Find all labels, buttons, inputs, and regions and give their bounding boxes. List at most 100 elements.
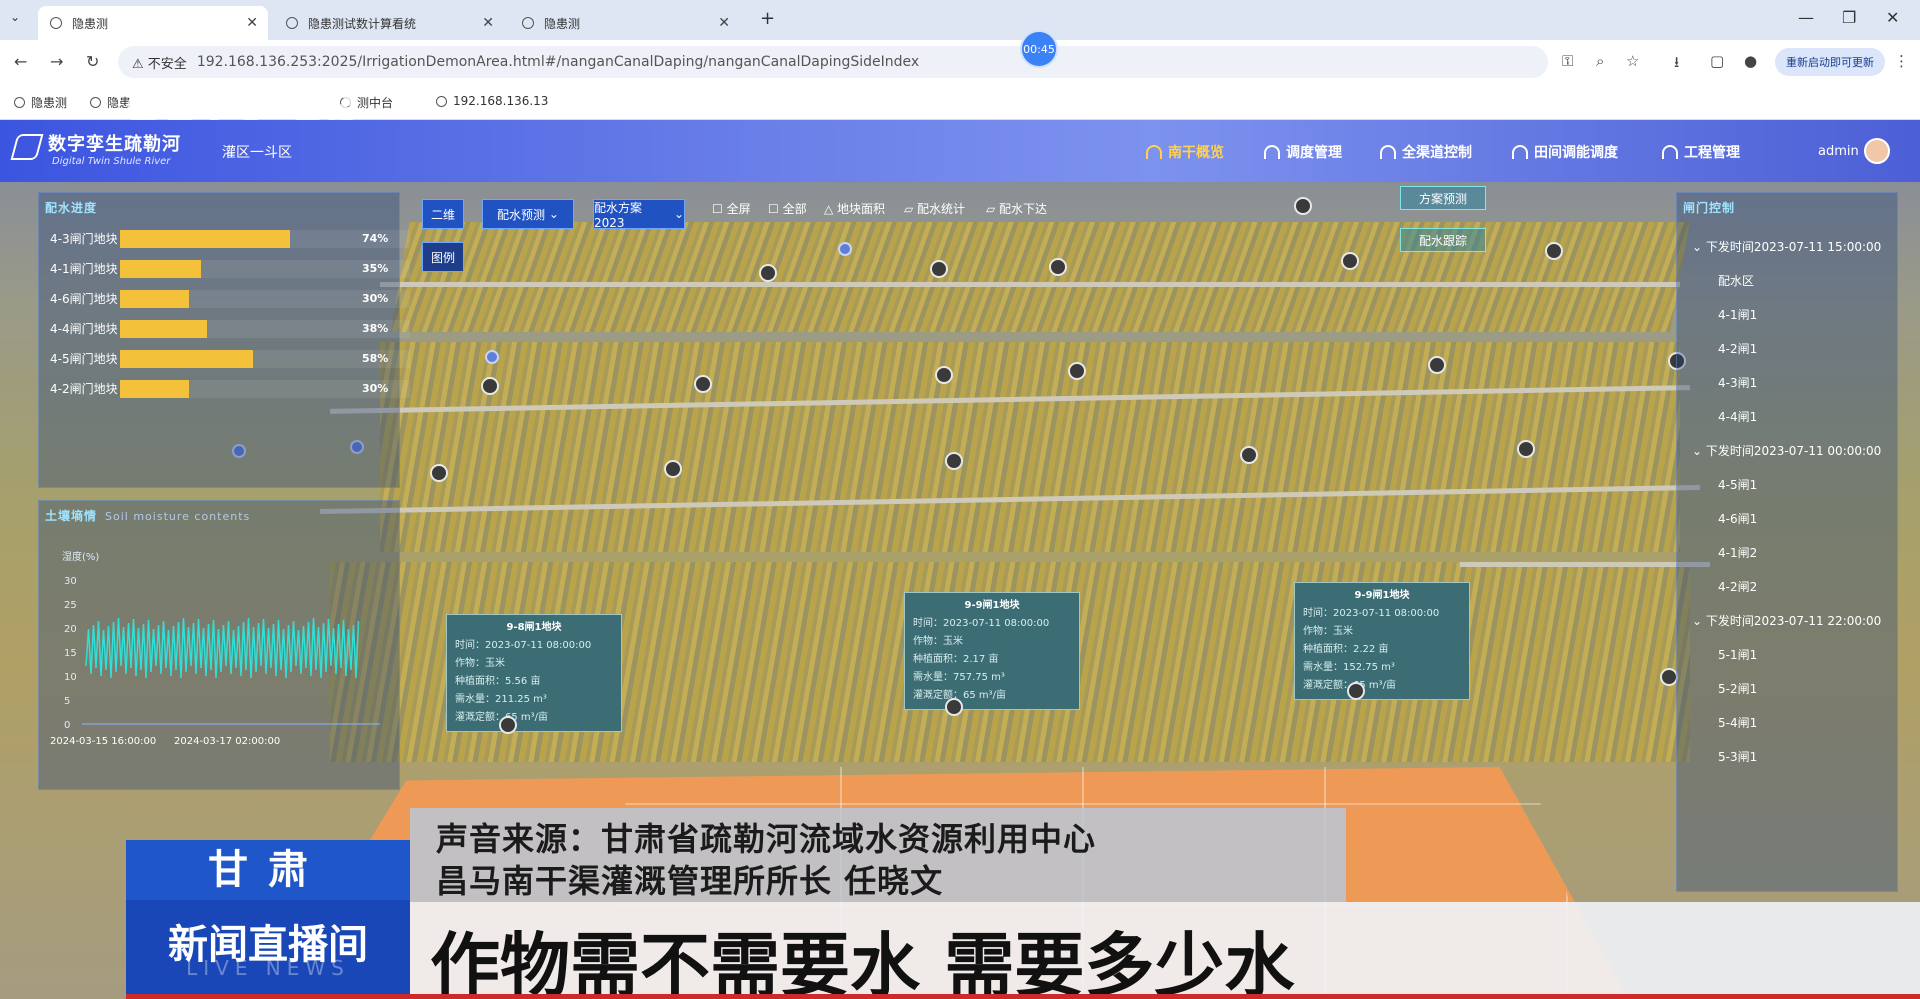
gate-control-panel: 闸门控制 xyxy=(1676,192,1898,892)
download-icon[interactable]: ⭳ xyxy=(1674,52,1679,77)
gate-item[interactable]: 4-6闸1 xyxy=(1718,510,1757,527)
nav-overview[interactable]: 南干概览 xyxy=(1146,142,1224,162)
view-2d-button[interactable]: 二维 xyxy=(422,199,464,229)
sensor-pin[interactable] xyxy=(481,377,499,395)
progress-percent: 74% xyxy=(362,232,389,245)
card-line: 灌溉定额：65 m³/亩 xyxy=(455,712,549,723)
gate-item[interactable]: 配水区 xyxy=(1718,272,1754,289)
marker-pin[interactable] xyxy=(485,350,499,364)
gate-item[interactable]: 4-3闸1 xyxy=(1718,374,1757,391)
globe-icon xyxy=(286,17,298,29)
plot-info-card[interactable]: 9-9闸1地块 时间：2023-07-11 08:00:00 作物：玉米 种植面… xyxy=(904,592,1080,710)
update-button[interactable]: 重新启动即可更新 xyxy=(1775,48,1885,76)
close-icon[interactable]: ✕ xyxy=(482,15,494,31)
sensor-pin[interactable] xyxy=(1347,682,1365,700)
gate-item[interactable]: 4-1闸2 xyxy=(1718,544,1757,561)
gate-group-header[interactable]: ⌄ 下发时间2023-07-11 00:00:00 xyxy=(1692,442,1881,459)
marker-pin[interactable] xyxy=(838,242,852,256)
back-button[interactable]: ← xyxy=(14,52,27,71)
source-caption: 声音来源：甘肃省疏勒河流域水资源利用中心 昌马南干渠灌溉管理所所长 任晓文 xyxy=(410,808,1346,902)
gate-item[interactable]: 4-4闸1 xyxy=(1718,408,1757,425)
plot-info-card[interactable]: 9-9闸1地块 时间：2023-07-11 08:00:00 作物：玉米 种植面… xyxy=(1294,582,1470,700)
browser-tab-bar: ⌄ 隐患测 ✕ 隐患测试数计算看统 ✕ 隐患测 ✕ + — ❐ ✕ xyxy=(0,0,1920,40)
minimize-button[interactable]: — xyxy=(1798,8,1814,27)
avatar[interactable] xyxy=(1864,138,1890,164)
water-tracking-button[interactable]: 配水跟踪 xyxy=(1400,228,1486,252)
plot-area-link[interactable]: △ 地块面积 xyxy=(824,200,885,217)
password-key-icon[interactable]: ⚿ xyxy=(1562,52,1573,70)
progress-label: 4-4闸门地块 xyxy=(50,322,118,336)
sensor-pin[interactable] xyxy=(1068,362,1086,380)
browser-tab-3[interactable]: 隐患测 ✕ xyxy=(510,6,740,40)
gate-item[interactable]: 5-3闸1 xyxy=(1718,748,1757,765)
zoom-icon[interactable]: ⌕ xyxy=(1596,52,1604,70)
sensor-pin[interactable] xyxy=(430,464,448,482)
sensor-pin[interactable] xyxy=(1049,258,1067,276)
plot-info-card[interactable]: 9-8闸1地块 时间：2023-07-11 08:00:00 作物：玉米 种植面… xyxy=(446,614,622,732)
progress-percent: 58% xyxy=(362,352,389,365)
close-icon[interactable]: ✕ xyxy=(718,15,730,31)
plan-select[interactable]: 配水预测 ⌄ xyxy=(482,199,574,229)
gate-group-header[interactable]: ⌄ 下发时间2023-07-11 22:00:00 xyxy=(1692,612,1881,629)
sensor-pin[interactable] xyxy=(1545,242,1563,260)
star-icon[interactable]: ☆ xyxy=(1626,52,1639,70)
gate-item[interactable]: 5-1闸1 xyxy=(1718,646,1757,663)
plan-forecast-button[interactable]: 方案预测 xyxy=(1400,186,1486,210)
sensor-pin[interactable] xyxy=(664,460,682,478)
tab-search-icon[interactable]: ⌄ xyxy=(10,10,20,24)
forward-button[interactable]: → xyxy=(50,52,63,71)
close-icon[interactable]: ✕ xyxy=(246,15,258,31)
progress-percent: 30% xyxy=(362,382,389,395)
gate-item[interactable]: 4-5闸1 xyxy=(1718,476,1757,493)
bookmark-4[interactable]: 192.168.136.13 xyxy=(436,94,548,108)
sensor-pin[interactable] xyxy=(1341,252,1359,270)
reload-button[interactable]: ↻ xyxy=(86,52,99,71)
gate-item[interactable]: 4-1闸1 xyxy=(1718,306,1757,323)
plan-select-value: 配水预测 xyxy=(497,207,546,222)
more-menu-icon[interactable]: ⋮ xyxy=(1894,52,1909,70)
gate-item[interactable]: 5-2闸1 xyxy=(1718,680,1757,697)
gate-item[interactable]: 5-4闸1 xyxy=(1718,714,1757,731)
browser-tab-1[interactable]: 隐患测 ✕ xyxy=(38,6,268,40)
main-caption-text: 作物需不需要水 需要多少水 xyxy=(430,925,1295,999)
sidebar-icon[interactable]: ▢ xyxy=(1710,52,1724,70)
gate-item[interactable]: 4-2闸2 xyxy=(1718,578,1757,595)
water-stats-link[interactable]: ▱ 配水统计 xyxy=(904,200,965,217)
sensor-pin[interactable] xyxy=(694,375,712,393)
sensor-pin[interactable] xyxy=(1240,446,1258,464)
nav-engineering[interactable]: 工程管理 xyxy=(1662,142,1740,162)
window-close-button[interactable]: ✕ xyxy=(1886,8,1899,27)
sensor-pin[interactable] xyxy=(945,698,963,716)
maximize-button[interactable]: ❐ xyxy=(1842,8,1856,27)
water-issue-link[interactable]: ▱ 配水下达 xyxy=(986,200,1047,217)
url-field[interactable]: ⚠ 不安全 192.168.136.253:2025/IrrigationDem… xyxy=(118,46,1548,78)
sensor-pin[interactable] xyxy=(935,366,953,384)
nav-field-dispatch[interactable]: 田间调能调度 xyxy=(1512,142,1618,162)
new-tab-button[interactable]: + xyxy=(760,8,775,29)
legend-button[interactable]: 图例 xyxy=(422,242,464,272)
sensor-pin[interactable] xyxy=(1428,356,1446,374)
gate-item[interactable]: 4-2闸1 xyxy=(1718,340,1757,357)
profile-icon[interactable]: ● xyxy=(1744,52,1757,70)
fullscreen-link[interactable]: ☐ 全屏 xyxy=(712,200,751,217)
scheme-select[interactable]: 配水方案2023 ⌄ xyxy=(593,199,685,230)
soil-moisture-chart: 湿度(%) 30 25 20 15 10 5 0 2024-03-15 16:00:00 2024… xyxy=(50,550,380,747)
url-text: 192.168.136.253:2025/IrrigationDemonArea… xyxy=(196,54,920,70)
sensor-pin[interactable] xyxy=(945,452,963,470)
sensor-pin[interactable] xyxy=(930,260,948,278)
browser-tab-2[interactable]: 隐患测试数计算看统 ✕ xyxy=(274,6,504,40)
bookmark-1[interactable]: 隐患测 xyxy=(14,94,67,111)
show-all-link[interactable]: ☐ 全部 xyxy=(768,200,807,217)
sensor-pin[interactable] xyxy=(499,716,517,734)
gate-group-header[interactable]: ⌄ 下发时间2023-07-11 15:00:00 xyxy=(1692,238,1881,255)
nav-dispatch[interactable]: 调度管理 xyxy=(1264,142,1342,162)
security-warning[interactable]: ⚠ 不安全 xyxy=(132,53,187,72)
sensor-pin[interactable] xyxy=(1517,440,1535,458)
user-name[interactable]: admin xyxy=(1818,144,1859,159)
sensor-pin[interactable] xyxy=(759,264,777,282)
globe-icon xyxy=(90,97,101,108)
sensor-pin[interactable] xyxy=(1294,197,1312,215)
program-label: 新闻直播间 xyxy=(126,900,410,996)
app-subtitle: Digital Twin Shule River xyxy=(52,156,171,167)
nav-channel-control[interactable]: 全渠道控制 xyxy=(1380,142,1472,162)
